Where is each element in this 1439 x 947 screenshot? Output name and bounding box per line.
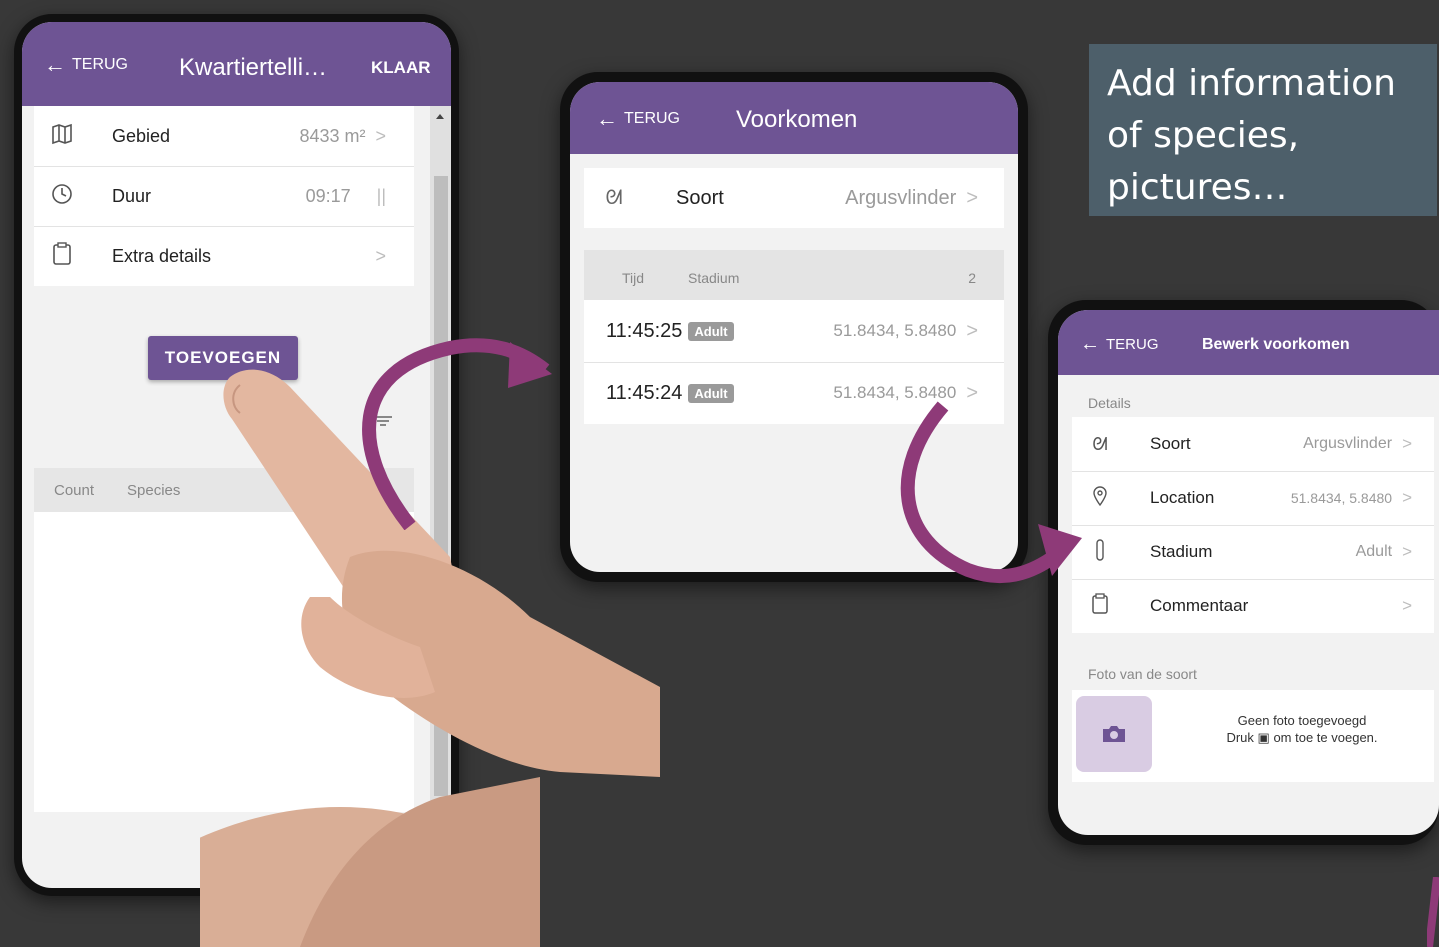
row-stage[interactable]: Stadium Adult >	[1072, 525, 1434, 580]
chevron-right-icon: >	[1402, 434, 1412, 453]
curved-arrow-1	[362, 338, 552, 530]
chevron-right-icon: >	[966, 319, 978, 342]
row-area[interactable]: Gebied 8433 m² >	[34, 106, 414, 167]
chevron-right-icon: >	[966, 186, 978, 209]
row-duration[interactable]: Duur 09:17 ||	[34, 166, 414, 227]
clock-icon	[42, 183, 82, 210]
back-button[interactable]: ← TERUG	[596, 108, 680, 130]
status-badge: Adult	[688, 383, 734, 403]
row-comment[interactable]: Commentaar >	[1072, 579, 1434, 633]
observations-header: Tijd Stadium 2	[584, 250, 1004, 300]
phone-2-header: ← TERUG Voorkomen	[570, 82, 1018, 154]
photo-section-header: Foto van de soort	[1088, 666, 1197, 682]
status-badge: Adult	[688, 321, 734, 341]
phone-3-header: ← TERUG Bewerk voorkomen	[1058, 310, 1439, 375]
chevron-right-icon: >	[1402, 596, 1412, 615]
add-photo-button[interactable]	[1076, 696, 1152, 772]
scroll-up-icon[interactable]	[436, 114, 444, 119]
butterfly-icon: ᘛ	[605, 186, 623, 209]
row-species[interactable]: ᘛ Soort Argusvlinder >	[584, 168, 1004, 228]
chevron-right-icon: >	[1402, 488, 1412, 507]
chevron-right-icon: >	[1402, 542, 1412, 561]
row-location[interactable]: Location 51.8434, 5.8480 >	[1072, 471, 1434, 526]
back-button[interactable]: ← TERUG	[1080, 334, 1159, 354]
photo-empty-text: Geen foto toegevoegd Druk ▣ om toe te vo…	[1226, 713, 1378, 745]
phone-1-header: ← TERUG Kwartiertelli… KLAAR	[22, 22, 451, 106]
page-title: Bewerk voorkomen	[1202, 336, 1350, 353]
camera-icon	[1103, 726, 1125, 742]
details-card: ᘛ Soort Argusvlinder > Location 51.8434,…	[1072, 417, 1434, 633]
phone-3-screen: ← TERUG Bewerk voorkomen Details ᘛ Soort…	[1058, 310, 1439, 835]
details-section-header: Details	[1088, 395, 1131, 411]
clipboard-icon	[42, 241, 82, 271]
row-extra-details[interactable]: Extra details >	[34, 226, 414, 286]
back-arrow-icon: ←	[596, 106, 618, 131]
phone-3: ← TERUG Bewerk voorkomen Details ᘛ Soort…	[1048, 300, 1439, 845]
details-card: Gebied 8433 m² > Duur 09:17 || Extra det…	[34, 106, 414, 286]
done-button[interactable]: KLAAR	[371, 58, 431, 78]
back-arrow-icon: ←	[1080, 333, 1100, 355]
back-button[interactable]: ← TERUG	[44, 54, 128, 76]
camera-icon: ▣	[1257, 730, 1270, 745]
photo-card: Geen foto toegevoegd Druk ▣ om toe te vo…	[1072, 690, 1434, 782]
pause-button[interactable]: ||	[377, 186, 386, 207]
page-title: Voorkomen	[736, 106, 858, 133]
corner-arrow-fragment	[1427, 877, 1439, 947]
back-arrow-icon: ←	[44, 52, 66, 77]
map-icon	[42, 123, 82, 150]
info-callout: Add information of species, pictures…	[1089, 44, 1437, 216]
curved-arrow-2	[900, 401, 1082, 584]
page-title: Kwartiertelli…	[179, 54, 328, 81]
species-card[interactable]: ᘛ Soort Argusvlinder >	[584, 168, 1004, 228]
row-species[interactable]: ᘛ Soort Argusvlinder >	[1072, 417, 1434, 472]
